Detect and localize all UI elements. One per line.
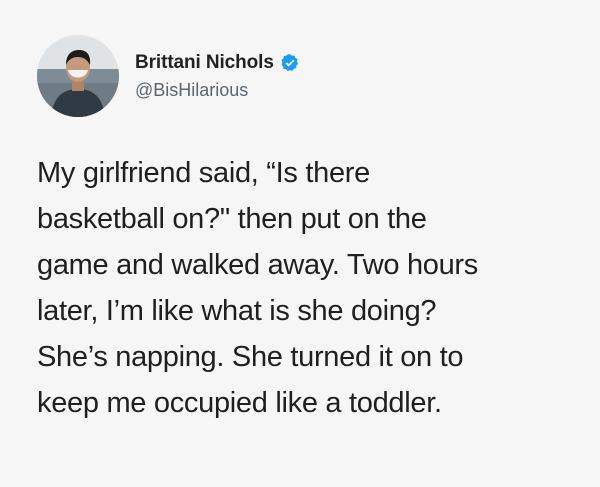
name-row: Brittani Nichols bbox=[135, 52, 300, 74]
author-names: Brittani Nichols @BisHilarious bbox=[135, 52, 300, 101]
tweet-card: Brittani Nichols @BisHilarious My girlfr… bbox=[0, 0, 600, 487]
profile-photo-icon bbox=[37, 35, 119, 117]
tweet-header: Brittani Nichols @BisHilarious bbox=[37, 35, 300, 117]
tweet-text-line: later, I’m like what is she doing? bbox=[37, 295, 437, 327]
author-avatar[interactable] bbox=[37, 35, 119, 117]
tweet-text-line: She’s napping. She turned it on to bbox=[37, 341, 464, 373]
author-display-name[interactable]: Brittani Nichols bbox=[135, 52, 274, 74]
tweet-text-line: game and walked away. Two hours bbox=[37, 249, 478, 281]
tweet-text-line: My girlfriend said, “Is there bbox=[37, 157, 370, 189]
verified-badge-icon bbox=[281, 53, 298, 71]
tweet-text: My girlfriend said, “Is there basketball… bbox=[37, 150, 582, 426]
tweet-text-line: basketball on?" then put on the bbox=[37, 203, 427, 235]
tweet-text-line: keep me occupied like a toddler. bbox=[37, 387, 442, 419]
author-handle[interactable]: @BisHilarious bbox=[135, 80, 300, 101]
